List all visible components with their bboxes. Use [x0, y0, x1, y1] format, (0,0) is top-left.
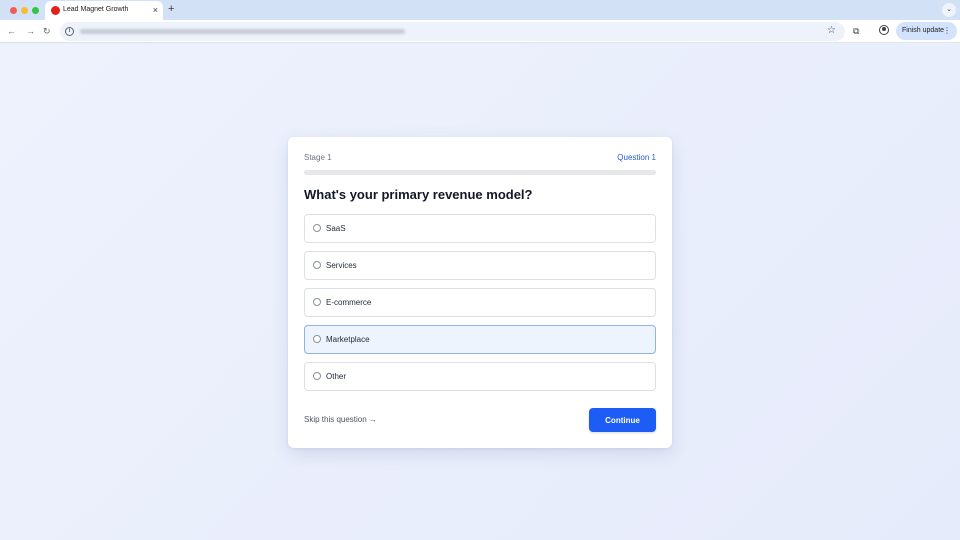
radio-icon[interactable]	[313, 224, 321, 232]
tab-title: Lead Magnet Growth	[63, 6, 129, 13]
browser-toolbar: ← → ↻ i ☆ ⧉ Finish update ⋮	[0, 20, 960, 43]
tab-close-icon[interactable]: ×	[153, 4, 158, 16]
radio-icon[interactable]	[313, 261, 321, 269]
blurred-url	[80, 29, 405, 34]
kebab-menu-icon: ⋮	[943, 26, 951, 35]
option-services[interactable]: Services	[304, 251, 656, 280]
back-arrow-icon[interactable]: ←	[7, 25, 16, 37]
extensions-puzzle-icon[interactable]: ⧉	[853, 25, 859, 37]
question-title: What's your primary revenue model?	[304, 187, 533, 202]
option-label: SaaS	[326, 224, 346, 233]
maximize-window-button[interactable]	[32, 7, 39, 14]
active-tab[interactable]: Lead Magnet Growth ×	[45, 1, 163, 20]
progress-bar	[304, 170, 656, 175]
option-marketplace[interactable]: Marketplace	[304, 325, 656, 354]
new-tab-icon[interactable]: +	[168, 2, 174, 16]
stage-label: Stage 1	[304, 153, 332, 162]
option-label: Services	[326, 261, 357, 270]
radio-icon[interactable]	[313, 372, 321, 380]
reload-icon[interactable]: ↻	[43, 25, 51, 37]
radio-icon[interactable]	[313, 335, 321, 343]
option-other[interactable]: Other	[304, 362, 656, 391]
finish-update-button[interactable]: Finish update ⋮	[896, 22, 957, 40]
tab-strip: Lead Magnet Growth × + ⌄	[0, 0, 960, 20]
forward-arrow-icon[interactable]: →	[26, 25, 35, 37]
continue-button[interactable]: Continue	[589, 408, 656, 432]
question-counter: Question 1	[617, 153, 656, 162]
option-label: E-commerce	[326, 298, 372, 307]
radio-icon[interactable]	[313, 298, 321, 306]
bookmark-star-icon[interactable]: ☆	[827, 24, 836, 38]
option-saas[interactable]: SaaS	[304, 214, 656, 243]
skip-question-link[interactable]: Skip this question →	[304, 415, 377, 424]
option-label: Marketplace	[326, 335, 370, 344]
address-bar[interactable]: i ☆	[60, 22, 845, 41]
minimize-window-button[interactable]	[21, 7, 28, 14]
quiz-card: Stage 1 Question 1 What's your primary r…	[288, 137, 672, 448]
site-info-icon[interactable]: i	[65, 27, 74, 36]
tab-search-chevron-icon[interactable]: ⌄	[942, 3, 956, 17]
favicon-icon	[51, 6, 60, 15]
close-window-button[interactable]	[10, 7, 17, 14]
finish-update-label: Finish update	[902, 27, 945, 34]
option-label: Other	[326, 372, 347, 381]
profile-avatar-icon[interactable]	[879, 25, 889, 35]
page-viewport: Stage 1 Question 1 What's your primary r…	[0, 44, 960, 540]
option-e-commerce[interactable]: E-commerce	[304, 288, 656, 317]
